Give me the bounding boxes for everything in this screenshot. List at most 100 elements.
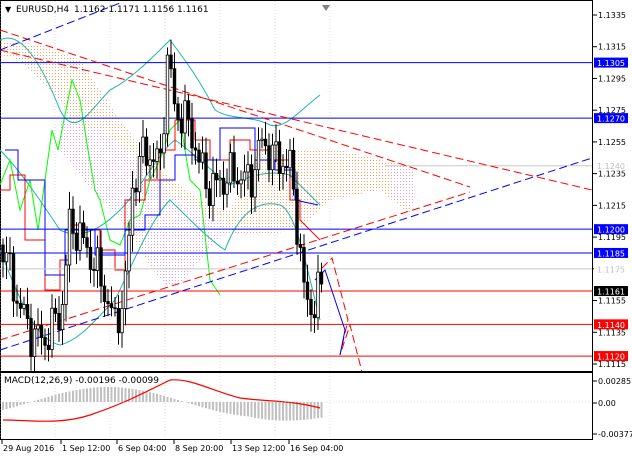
- candle-body: [236, 181, 239, 184]
- macd-bar: [212, 402, 214, 410]
- macd-bar: [41, 399, 43, 402]
- macd-bar: [167, 397, 169, 402]
- candle-body: [61, 304, 64, 329]
- price-tag-label: 1.1185: [597, 249, 625, 258]
- candle-body: [131, 188, 134, 235]
- forecast-path-red: [322, 258, 362, 372]
- macd-bar: [65, 392, 67, 402]
- macd-bar: [55, 395, 57, 402]
- candle-body: [177, 104, 180, 120]
- macd-bar: [72, 391, 74, 402]
- chart-window[interactable]: ▼ EURUSD,H4 1.1162 1.1171 1.1156 1.1161 …: [0, 0, 632, 453]
- candle-body: [65, 265, 68, 304]
- candle-body: [306, 282, 309, 299]
- candle-body: [226, 183, 229, 194]
- macd-bar: [20, 402, 22, 405]
- candle-body: [2, 245, 5, 262]
- time-tick-label: 8 Sep 20:00: [175, 444, 223, 453]
- candle-body: [247, 165, 250, 172]
- macd-tick-label: 0.00: [598, 399, 616, 408]
- header-arrow-icon[interactable]: ▼: [5, 5, 12, 14]
- macd-bar: [223, 402, 225, 413]
- macd-bar: [237, 402, 239, 415]
- candle-body: [296, 189, 299, 244]
- chart-canvas[interactable]: ▼ EURUSD,H4 1.1162 1.1171 1.1156 1.1161 …: [0, 0, 632, 453]
- symbol-timeframe: EURUSD,H4: [16, 5, 69, 15]
- candle-body: [86, 238, 89, 248]
- macd-bar: [93, 388, 95, 402]
- macd-bar: [293, 402, 295, 420]
- macd-bar: [310, 402, 312, 419]
- candle-body: [93, 269, 96, 270]
- candle-body: [37, 325, 40, 329]
- candle-body: [275, 142, 278, 145]
- candle-body: [33, 329, 36, 357]
- price-tag-label: 1.1161: [597, 288, 625, 297]
- candle-body: [219, 178, 222, 180]
- candle-body: [222, 178, 225, 194]
- price-tag-label: 1.1200: [597, 226, 625, 235]
- candle-body: [261, 139, 264, 140]
- macd-bar: [104, 387, 106, 402]
- macd-bar: [244, 402, 246, 416]
- macd-bar: [272, 402, 274, 420]
- candle-body: [5, 253, 8, 262]
- candle-body: [310, 299, 313, 314]
- macd-bar: [125, 388, 127, 402]
- candle-body: [250, 165, 253, 197]
- macd-bar: [62, 393, 64, 402]
- candle-body: [254, 170, 257, 197]
- candle-body: [257, 140, 260, 169]
- candle-body: [135, 188, 138, 192]
- candle-body: [117, 308, 120, 332]
- candle-body: [89, 247, 92, 269]
- candle-body: [198, 150, 201, 162]
- macd-bar: [111, 387, 113, 402]
- macd-bar: [79, 389, 81, 402]
- macd-bar: [202, 402, 204, 407]
- macd-bar: [321, 402, 323, 418]
- price-tag-label: 1.1270: [597, 115, 625, 124]
- macd-bar: [317, 402, 319, 418]
- candle-body: [12, 253, 15, 301]
- macd-bar: [216, 402, 218, 411]
- macd-bar: [16, 402, 18, 406]
- candle-body: [145, 137, 148, 165]
- candle-body: [317, 272, 320, 318]
- candle-body: [191, 119, 194, 148]
- candle-body: [82, 223, 85, 238]
- candle-body: [212, 173, 215, 205]
- macd-bar: [261, 402, 263, 419]
- macd-label: MACD(12,26,9) -0.00196 -0.00099: [4, 376, 159, 386]
- candle-body: [170, 55, 173, 69]
- macd-bar: [205, 402, 207, 408]
- candle-body: [159, 149, 162, 153]
- macd-bar: [48, 397, 50, 402]
- candle-body: [149, 160, 152, 166]
- candle-body: [124, 271, 127, 309]
- macd-bar: [160, 395, 162, 402]
- candle-body: [75, 233, 78, 250]
- macd-bar: [139, 390, 141, 402]
- price-tick-label: 1.1255: [598, 138, 626, 147]
- candle-body: [100, 248, 103, 286]
- macd-bar: [107, 387, 109, 402]
- macd-bar: [83, 389, 85, 402]
- candle-body: [299, 244, 302, 247]
- macd-bar: [13, 402, 15, 407]
- macd-bar: [76, 390, 78, 402]
- chart-shift-marker-icon[interactable]: [322, 5, 330, 11]
- candle-body: [184, 101, 187, 133]
- macd-bar: [121, 388, 123, 402]
- macd-bar: [44, 398, 46, 402]
- macd-bar: [247, 402, 249, 416]
- macd-bar: [114, 387, 116, 402]
- candle-body: [58, 313, 61, 329]
- macd-bar: [69, 391, 71, 402]
- macd-bar: [86, 388, 88, 402]
- macd-bar: [118, 387, 120, 402]
- macd-bar: [265, 402, 267, 419]
- macd-bar: [149, 392, 151, 402]
- candle-body: [163, 134, 166, 153]
- candle-body: [128, 235, 131, 271]
